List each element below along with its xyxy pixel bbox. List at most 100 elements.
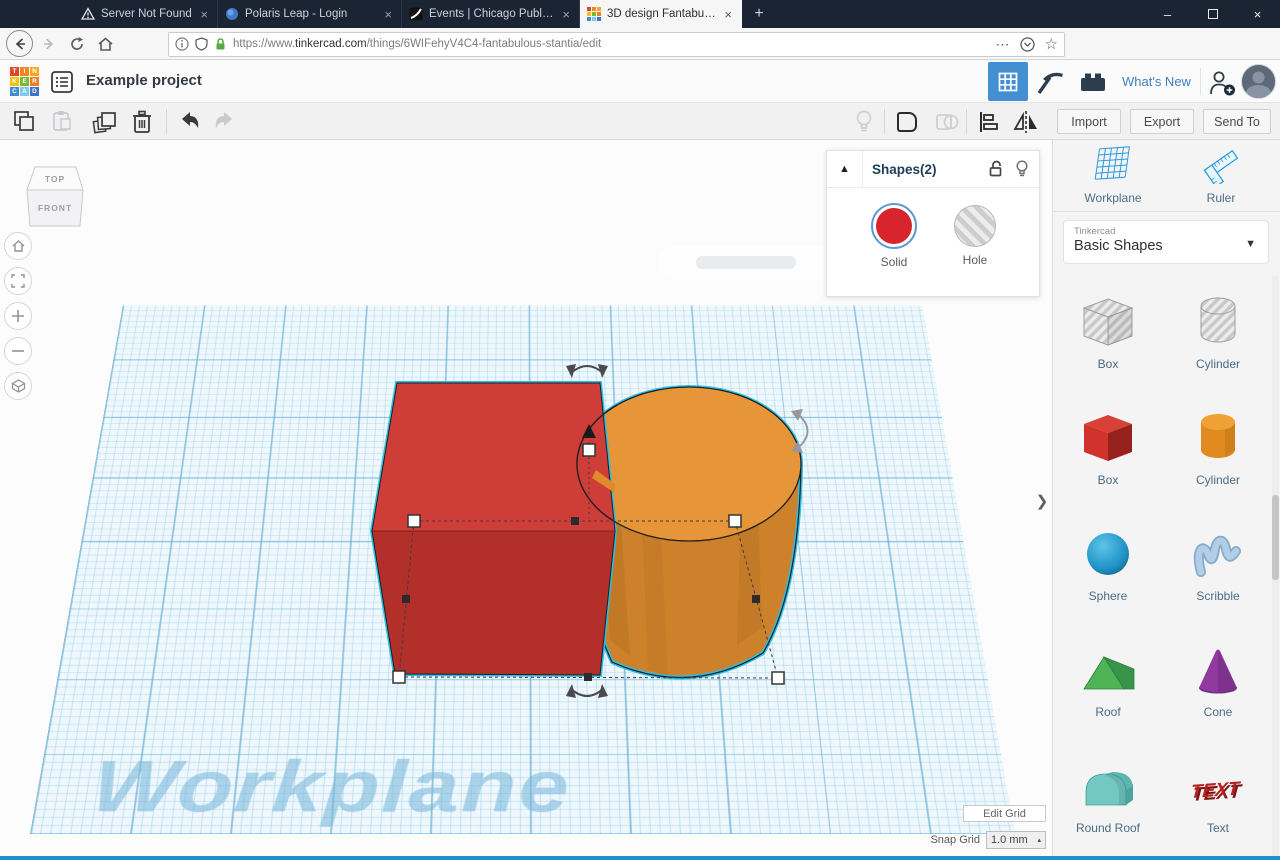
gallery-item-red-box[interactable]: Box (1053, 392, 1163, 508)
gallery-item-cone[interactable]: Cone (1163, 624, 1273, 740)
gallery-item-orange-cylinder[interactable]: Cylinder (1163, 392, 1273, 508)
https-lock-icon (214, 37, 227, 51)
solid-swatch (871, 203, 917, 249)
undo-icon[interactable] (176, 109, 202, 133)
forward-arrow-icon (41, 36, 57, 52)
view-cube[interactable]: TOP FRONT (24, 163, 86, 229)
toolbar-divider (884, 109, 885, 134)
paste-icon[interactable] (50, 109, 74, 133)
new-tab-button[interactable]: + (742, 0, 776, 28)
brick-icon[interactable] (1078, 68, 1108, 96)
whats-new-link[interactable]: What's New (1122, 74, 1191, 89)
window-maximize-button[interactable] (1190, 0, 1235, 28)
pocket-icon[interactable] (1020, 37, 1035, 52)
gallery-item-label: Roof (1053, 705, 1163, 719)
ruler-tool[interactable]: Ruler (1171, 146, 1271, 205)
gallery-item-hole-cylinder[interactable]: Cylinder (1163, 276, 1273, 392)
fit-view-button[interactable] (4, 267, 32, 295)
gallery-item-label: Cylinder (1163, 357, 1273, 371)
page-actions-icon[interactable]: ⋯ (996, 36, 1010, 53)
globe-favicon (225, 7, 239, 21)
tinkercad-header: T I N K E R C A D Example project What's… (0, 60, 1280, 103)
site-info-icon[interactable] (175, 37, 189, 51)
edit-grid-button[interactable]: Edit Grid (963, 805, 1046, 822)
tab-chicago-public-library[interactable]: Events | Chicago Public Library × (402, 0, 580, 28)
url-text: https://www.tinkercad.com/things/6WIFehy… (233, 38, 601, 50)
solid-material-option[interactable]: Solid (862, 203, 926, 269)
minecraft-pickaxe-icon[interactable] (1038, 68, 1066, 96)
gallery-item-hole-box[interactable]: Box (1053, 276, 1163, 392)
tab-close-icon[interactable]: × (382, 7, 394, 22)
show-all-bulb-icon[interactable] (852, 109, 876, 135)
unlock-icon[interactable] (988, 160, 1003, 177)
home-view-button[interactable] (4, 232, 32, 260)
home-view-icon (11, 239, 26, 253)
project-list-icon[interactable] (50, 70, 74, 94)
gallery-item-roof[interactable]: Roof (1053, 624, 1163, 740)
delete-trash-icon[interactable] (130, 109, 154, 135)
forward-button[interactable] (41, 36, 57, 52)
window-minimize-button[interactable]: – (1145, 0, 1190, 28)
viewcube-front-label[interactable]: FRONT (38, 203, 72, 213)
align-icon[interactable] (976, 109, 1000, 135)
tab-close-icon[interactable]: × (722, 7, 734, 22)
sidebar-scrollbar-thumb[interactable] (1272, 495, 1279, 580)
url-bar[interactable]: https://www.tinkercad.com/things/6WIFehy… (168, 32, 1065, 57)
copy-icon[interactable] (12, 109, 36, 133)
viewcube-top-label[interactable]: TOP (45, 174, 65, 184)
ungroup-icon[interactable] (934, 109, 960, 135)
red-box-shape[interactable] (372, 383, 615, 675)
gallery-item-sphere[interactable]: Sphere (1053, 508, 1163, 624)
sidebar-collapse-chevron[interactable]: ❯ (1032, 485, 1052, 517)
tab-close-icon[interactable]: × (560, 7, 572, 22)
gallery-item-text[interactable]: TEXT TEXT Text (1163, 740, 1273, 856)
hole-material-option[interactable]: Hole (943, 203, 1007, 267)
redo-icon[interactable] (212, 109, 238, 133)
sphere-icon (1079, 528, 1137, 580)
window-close-button[interactable]: × (1235, 0, 1280, 28)
dashboard-grid-button[interactable] (988, 62, 1028, 101)
tab-polaris-leap[interactable]: Polaris Leap - Login × (218, 0, 402, 28)
shape-category-dropdown[interactable]: Tinkercad Basic Shapes ▼ (1063, 220, 1269, 264)
tab-server-not-found[interactable]: Server Not Found × (74, 0, 218, 28)
back-arrow-icon (12, 36, 28, 52)
invite-person-icon[interactable] (1208, 70, 1236, 96)
3d-viewport[interactable]: Workplane (0, 140, 1052, 856)
workplane-tool[interactable]: Workplane (1063, 146, 1163, 205)
gallery-item-label: Sphere (1053, 589, 1163, 603)
tracking-shield-icon[interactable] (195, 37, 208, 51)
import-button[interactable]: Import (1057, 109, 1121, 134)
tab-close-icon[interactable]: × (198, 7, 210, 22)
reload-button[interactable] (69, 36, 85, 52)
snap-grid-select[interactable]: 1.0 mm ▴ (986, 831, 1046, 849)
export-button[interactable]: Export (1130, 109, 1194, 134)
tinkercad-logo[interactable]: T I N K E R C A D (10, 67, 39, 96)
workplane-tool-icon (1089, 146, 1137, 184)
plus-icon (11, 309, 25, 323)
flip-mirror-icon[interactable] (1012, 109, 1040, 135)
warning-icon (81, 7, 95, 21)
hide-bulb-icon[interactable] (1015, 160, 1029, 178)
user-avatar[interactable] (1241, 64, 1276, 99)
tab-title: Events | Chicago Public Library (429, 8, 554, 20)
tab-3d-design-active[interactable]: 3D design Fantabulous Stantia × (580, 0, 742, 28)
hole-cylinder-icon (1189, 296, 1247, 348)
zoom-in-button[interactable] (4, 302, 32, 330)
ruler-tool-icon (1197, 146, 1245, 184)
gallery-item-label: Round Roof (1053, 821, 1163, 835)
sidebar-tools-row: Workplane Ruler (1053, 140, 1280, 212)
group-icon[interactable] (894, 109, 920, 135)
perspective-toggle-button[interactable] (4, 372, 32, 400)
perspective-cube-icon (11, 379, 26, 393)
gallery-item-round-roof[interactable]: Round Roof (1053, 740, 1163, 856)
panel-collapse-button[interactable]: ▲ (827, 151, 863, 187)
send-to-button[interactable]: Send To (1203, 109, 1271, 134)
zoom-out-button[interactable] (4, 337, 32, 365)
home-button[interactable] (97, 36, 114, 52)
duplicate-icon[interactable] (92, 109, 118, 135)
project-title[interactable]: Example project (86, 72, 202, 89)
workplane-tool-label: Workplane (1063, 191, 1163, 205)
bookmark-star-icon[interactable]: ☆ (1045, 35, 1058, 53)
back-button[interactable] (6, 30, 33, 57)
gallery-item-scribble[interactable]: Scribble (1163, 508, 1273, 624)
